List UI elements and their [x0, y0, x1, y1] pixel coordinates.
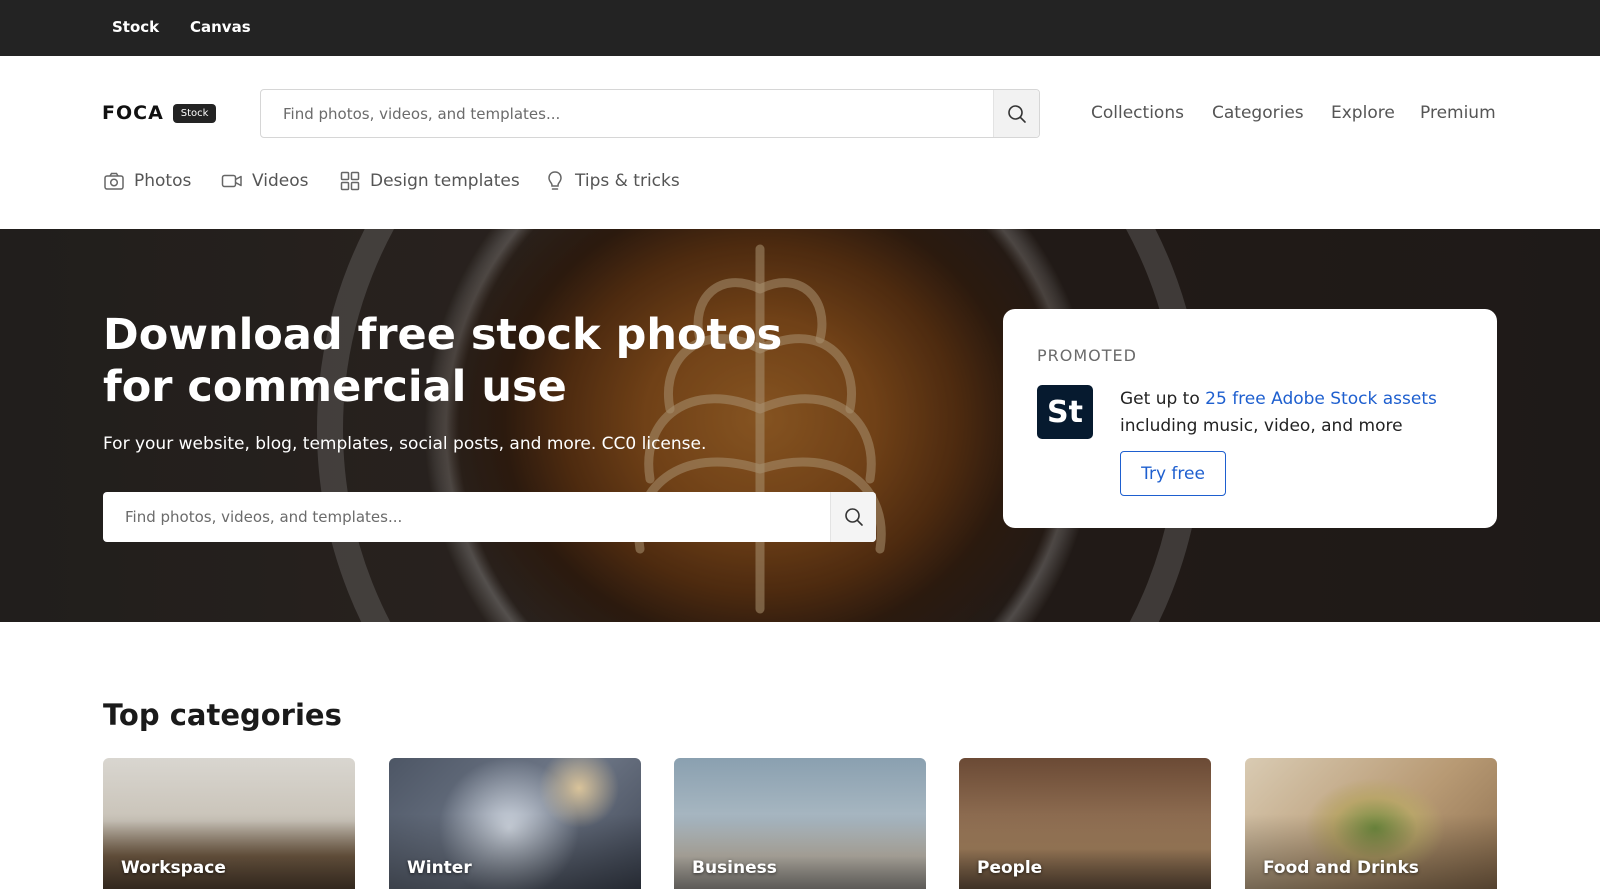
subnav-tips-tricks-label: Tips & tricks — [575, 171, 680, 191]
subnav-design-templates-label: Design templates — [370, 171, 520, 191]
top-bar: Stock Canvas — [0, 0, 1600, 56]
category-label: People — [977, 858, 1043, 878]
adobe-stock-logo: St — [1037, 385, 1093, 439]
promo-link[interactable]: 25 free Adobe Stock assets — [1205, 389, 1437, 409]
promo-text-prefix: Get up to — [1120, 389, 1206, 409]
grid-icon — [339, 170, 361, 192]
promo-text: Get up to 25 free Adobe Stock assets inc… — [1120, 386, 1470, 440]
topbar-link-stock[interactable]: Stock — [112, 17, 159, 37]
header-search-button[interactable] — [993, 90, 1039, 137]
category-label: Business — [692, 858, 777, 878]
category-card-workspace[interactable]: Workspace — [103, 758, 355, 889]
category-label: Winter — [407, 858, 472, 878]
category-card-people[interactable]: People — [959, 758, 1211, 889]
logo[interactable]: FOCA Stock — [102, 102, 217, 124]
camera-icon — [103, 170, 125, 192]
header-search-input[interactable] — [261, 90, 983, 137]
search-icon — [844, 508, 863, 526]
subnav-photos-label: Photos — [134, 171, 192, 191]
category-card-winter[interactable]: Winter — [389, 758, 641, 889]
subnav-photos[interactable]: Photos — [103, 170, 191, 192]
site-header: FOCA Stock Collections Categories Explor… — [0, 56, 1600, 229]
hero-banner: Download free stock photos for commercia… — [0, 229, 1600, 622]
category-label: Food and Drinks — [1263, 858, 1419, 878]
video-icon — [221, 170, 243, 192]
header-search-bar — [260, 89, 1040, 138]
hero-search-button[interactable] — [830, 492, 876, 542]
nav-premium[interactable]: Premium — [1420, 102, 1496, 124]
subnav-design-templates[interactable]: Design templates — [339, 170, 520, 192]
promoted-card: PROMOTED St Get up to 25 free Adobe Stoc… — [1003, 309, 1497, 528]
search-icon — [1007, 104, 1026, 123]
subnav-videos[interactable]: Videos — [221, 170, 309, 192]
top-categories-title: Top categories — [103, 698, 342, 732]
logo-text: FOCA — [102, 102, 164, 124]
try-free-button[interactable]: Try free — [1120, 451, 1226, 496]
category-card-business[interactable]: Business — [674, 758, 926, 889]
promo-text-suffix: including music, video, and more — [1120, 416, 1403, 436]
subnav-tips-tricks[interactable]: Tips & tricks — [544, 170, 680, 192]
nav-collections[interactable]: Collections — [1091, 102, 1184, 124]
category-card-food-and-drinks[interactable]: Food and Drinks — [1245, 758, 1497, 889]
nav-explore[interactable]: Explore — [1331, 102, 1395, 124]
promo-label: PROMOTED — [1037, 346, 1137, 365]
hero-search-bar — [103, 492, 876, 542]
lightbulb-icon — [544, 170, 566, 192]
nav-categories[interactable]: Categories — [1212, 102, 1304, 124]
topbar-link-canvas[interactable]: Canvas — [190, 17, 251, 37]
hero-title: Download free stock photos for commercia… — [103, 310, 783, 412]
subnav-videos-label: Videos — [252, 171, 309, 191]
hero-subtitle: For your website, blog, templates, socia… — [103, 434, 707, 454]
hero-search-input[interactable] — [103, 492, 828, 542]
category-label: Workspace — [121, 858, 226, 878]
logo-badge: Stock — [172, 103, 217, 123]
